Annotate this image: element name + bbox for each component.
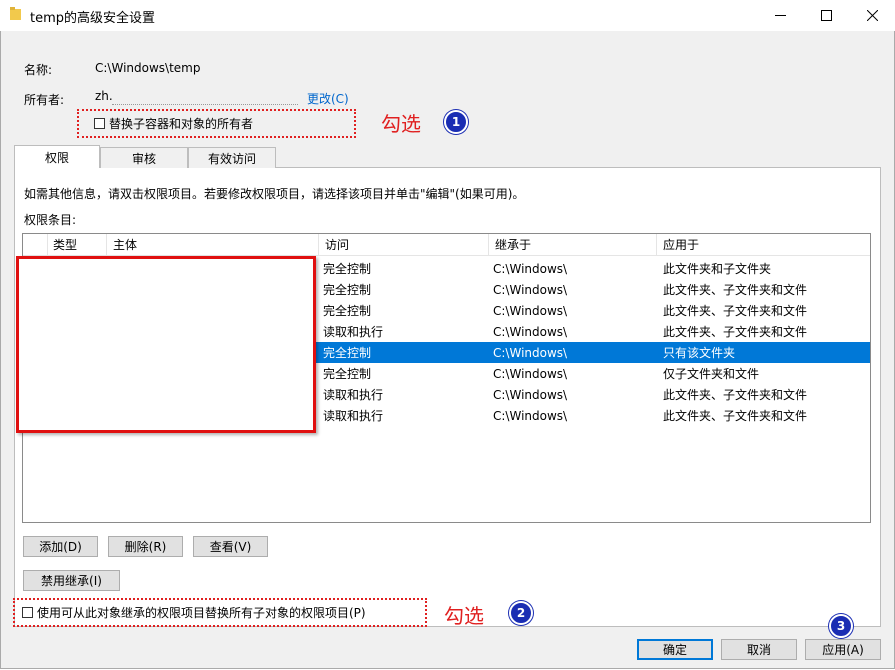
table-header: 类型 主体 访问 继承于 应用于 — [23, 234, 870, 256]
tab-auditing[interactable]: 审核 — [100, 147, 188, 168]
cell-applies-to: 此文件夹和子文件夹 — [663, 262, 772, 276]
annotation-badge-3: 3 — [829, 614, 853, 638]
close-button[interactable] — [849, 0, 895, 31]
remove-button[interactable]: 删除(R) — [108, 536, 183, 557]
cell-applies-to: 此文件夹、子文件夹和文件 — [663, 304, 808, 318]
window-title: temp的高级安全设置 — [30, 11, 156, 26]
cell-access: 读取和执行 — [323, 325, 384, 339]
cell-inherited-from: C:\Windows\ — [493, 366, 568, 381]
add-button[interactable]: 添加(D) — [23, 536, 98, 557]
replace-owner-option[interactable]: 替换子容器和对象的所有者 — [94, 115, 253, 132]
redaction-box — [16, 256, 316, 433]
annotation-badge-2: 2 — [509, 601, 533, 625]
cancel-button[interactable]: 取消 — [721, 639, 797, 660]
name-value: C:\Windows\temp — [95, 61, 201, 75]
replace-child-permissions-checkbox[interactable] — [22, 607, 33, 618]
minimize-icon — [774, 15, 786, 16]
cell-inherited-from: C:\Windows\ — [493, 261, 568, 276]
annotation-check-text-1: 勾选 — [381, 112, 421, 136]
cell-inherited-from: C:\Windows\ — [493, 282, 568, 297]
cell-access: 完全控制 — [323, 346, 372, 360]
cell-access: 完全控制 — [323, 304, 372, 318]
header-principal[interactable]: 主体 — [107, 234, 319, 255]
header-access[interactable]: 访问 — [319, 234, 489, 255]
replace-owner-checkbox[interactable] — [94, 118, 105, 129]
cell-access: 完全控制 — [323, 262, 372, 276]
apply-button[interactable]: 应用(A) — [805, 639, 881, 660]
cell-inherited-from: C:\Windows\ — [493, 408, 568, 423]
maximize-icon — [820, 10, 832, 21]
title-bar: temp的高级安全设置 — [0, 0, 895, 31]
header-inherited-from[interactable]: 继承于 — [489, 234, 657, 255]
header-type[interactable]: 类型 — [47, 234, 107, 255]
owner-value: zh. — [95, 89, 113, 103]
annotation-badge-1: 1 — [444, 110, 468, 134]
disable-inheritance-button[interactable]: 禁用继承(I) — [23, 570, 120, 591]
header-spacer — [23, 234, 48, 255]
cell-applies-to: 仅子文件夹和文件 — [663, 367, 760, 381]
replace-owner-label: 替换子容器和对象的所有者 — [109, 117, 254, 131]
close-icon — [866, 10, 878, 21]
minimize-button[interactable] — [757, 0, 803, 31]
cell-access: 完全控制 — [323, 367, 372, 381]
tab-effective-access[interactable]: 有效访问 — [188, 147, 276, 168]
change-owner-link[interactable]: 更改(C) — [307, 90, 349, 107]
replace-child-permissions-option[interactable]: 使用可从此对象继承的权限项目替换所有子对象的权限项目(P) — [22, 604, 366, 621]
replace-child-permissions-label: 使用可从此对象继承的权限项目替换所有子对象的权限项目(P) — [37, 606, 366, 620]
cell-access: 读取和执行 — [323, 409, 384, 423]
cell-applies-to: 此文件夹、子文件夹和文件 — [663, 388, 808, 402]
header-applies-to[interactable]: 应用于 — [657, 234, 870, 255]
cell-applies-to: 此文件夹、子文件夹和文件 — [663, 409, 808, 423]
cell-access: 读取和执行 — [323, 388, 384, 402]
name-label: 名称: — [24, 63, 53, 77]
cell-access: 完全控制 — [323, 283, 372, 297]
tab-permissions[interactable]: 权限 — [14, 145, 100, 168]
info-text: 如需其他信息，请双击权限项目。若要修改权限项目，请选择该项目并单击"编辑"(如果… — [24, 187, 525, 201]
view-button[interactable]: 查看(V) — [193, 536, 268, 557]
cell-applies-to: 只有该文件夹 — [663, 346, 736, 360]
cell-applies-to: 此文件夹、子文件夹和文件 — [663, 325, 808, 339]
cell-applies-to: 此文件夹、子文件夹和文件 — [663, 283, 808, 297]
cell-inherited-from: C:\Windows\ — [493, 387, 568, 402]
cell-inherited-from: C:\Windows\ — [493, 303, 568, 318]
owner-value-obscured — [112, 98, 298, 105]
cell-inherited-from: C:\Windows\ — [493, 324, 568, 339]
entries-label: 权限条目: — [24, 213, 77, 227]
owner-label: 所有者: — [24, 93, 65, 107]
maximize-button[interactable] — [803, 0, 849, 31]
folder-icon — [10, 7, 21, 20]
ok-button[interactable]: 确定 — [637, 639, 713, 660]
annotation-check-text-2: 勾选 — [444, 604, 484, 628]
cell-inherited-from: C:\Windows\ — [493, 345, 568, 360]
